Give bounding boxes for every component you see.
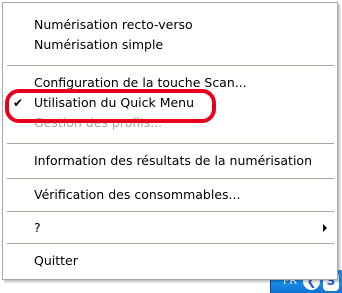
menu-item-label: Utilisation du Quick Menu: [34, 95, 195, 110]
menu-item-simplex-scan[interactable]: Numérisation simple: [4, 35, 336, 55]
menu-item-label: Gestion des profils...: [34, 115, 163, 130]
submenu-arrow-icon: [323, 224, 327, 232]
menu-separator: [7, 178, 334, 179]
menu-item-label: Vérification des consommables...: [34, 187, 241, 202]
menu-item-check-consumables[interactable]: Vérification des consommables...: [4, 185, 336, 205]
menu-item-label: Quitter: [34, 253, 78, 268]
menu-item-profile-management: Gestion des profils...: [4, 113, 336, 133]
menu-item-label: Numérisation recto-verso: [34, 17, 193, 32]
menu-item-scan-button-settings[interactable]: Configuration de la touche Scan...: [4, 73, 336, 93]
menu-item-scan-results-info[interactable]: Information des résultats de la numérisa…: [4, 151, 336, 171]
menu-separator: [7, 65, 334, 66]
menu-item-duplex-scan[interactable]: Numérisation recto-verso: [4, 15, 336, 35]
menu-separator: [7, 143, 334, 144]
menu-item-label: Configuration de la touche Scan...: [34, 75, 247, 90]
menu-item-label: Information des résultats de la numérisa…: [34, 153, 312, 168]
menu-item-use-quick-menu[interactable]: ✔ Utilisation du Quick Menu: [4, 93, 336, 113]
menu-separator: [7, 211, 334, 212]
checkmark-icon: ✔: [13, 96, 24, 110]
menu-item-help[interactable]: ?: [4, 218, 336, 238]
menu-item-label: ?: [34, 220, 41, 235]
menu-item-label: Numérisation simple: [34, 37, 164, 52]
screen: FR ❮ S Numérisation recto-verso Numérisa…: [0, 0, 342, 293]
context-menu: Numérisation recto-verso Numérisation si…: [2, 2, 338, 280]
menu-item-quit[interactable]: Quitter: [4, 251, 336, 271]
menu-separator: [7, 243, 334, 244]
